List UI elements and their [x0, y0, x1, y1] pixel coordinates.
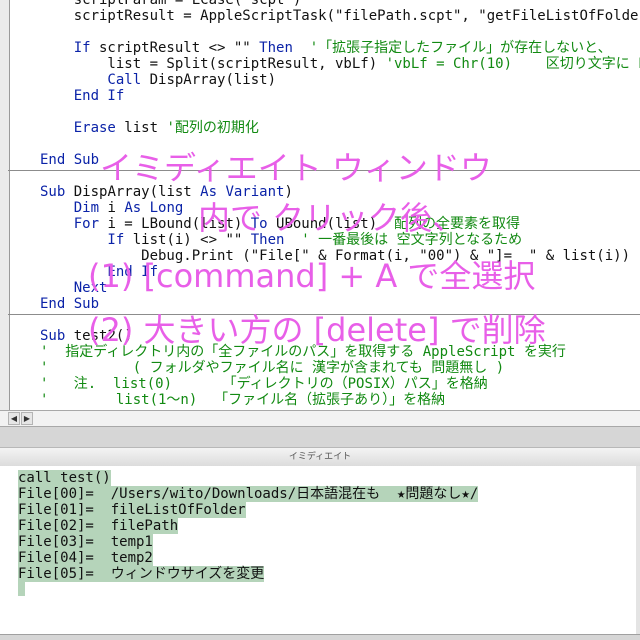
- immediate-output-line[interactable]: call test(): [18, 470, 111, 486]
- splitter[interactable]: [0, 427, 640, 447]
- code-keyword: As Long: [124, 200, 184, 216]
- code-line[interactable]: ' list(1～n) 「ファイル名（拡張子あり）」を格納: [40, 392, 445, 408]
- code-comment: ' ( フォルダやファイル名に 漢字が含まれても 問題無し ): [40, 360, 505, 376]
- code-keyword: Dim: [40, 200, 100, 216]
- code-keyword: If: [40, 232, 125, 248]
- immediate-output-line[interactable]: File[03]= temp1: [18, 534, 153, 550]
- code-keyword: If: [40, 40, 91, 56]
- code-keyword: Erase: [40, 120, 116, 136]
- immediate-scrollbar[interactable]: [636, 466, 640, 634]
- code-keyword: End Sub: [40, 152, 100, 168]
- code-line[interactable]: If scriptResult <> "" Then '「拡張子指定したファイル…: [40, 40, 612, 56]
- code-keyword: End Sub: [40, 296, 100, 312]
- code-keyword: Sub: [40, 328, 66, 344]
- code-text: scriptResult <> "": [90, 40, 260, 56]
- code-text: scriptResult = AppleScriptTask("filePath…: [40, 8, 640, 24]
- code-keyword: For: [40, 216, 100, 232]
- annotation-line-3: (1) [command] + A で全選択: [88, 257, 536, 295]
- editor-margin-bar[interactable]: [0, 0, 10, 410]
- immediate-output-line[interactable]: File[05]= ウィンドウサイズを変更: [18, 566, 265, 582]
- annotation-line-2: 内で クリック後、: [198, 199, 465, 237]
- text-cursor: [18, 580, 25, 596]
- code-line[interactable]: Erase list '配列の初期化: [40, 120, 259, 136]
- code-text: i: [99, 200, 125, 216]
- window-bottom-edge: [0, 635, 640, 640]
- annotation-line-1: イミディエイト ウィンドウ: [100, 149, 492, 187]
- code-comment: ' 注. list(0) 「ディレクトリの（POSIX）パス」を格納: [40, 376, 488, 392]
- horizontal-scrollbar[interactable]: ◀ ▶: [0, 410, 640, 427]
- code-line[interactable]: Dim i As Long: [40, 200, 184, 216]
- annotation-line-4: (2) 大きい方の [delete] で削除: [88, 311, 546, 349]
- immediate-output-line[interactable]: File[00]= /Users/wito/Downloads/日本語混在も ★…: [18, 486, 479, 502]
- code-line[interactable]: ' ( フォルダやファイル名に 漢字が含まれても 問題無し ): [40, 360, 504, 376]
- code-line[interactable]: ' 注. list(0) 「ディレクトリの（POSIX）パス」を格納: [40, 376, 488, 392]
- code-comment: 'vbLf = Chr(10) 区切り文字に LF: [385, 56, 640, 72]
- code-keyword: Then: [259, 40, 293, 56]
- code-text: list = Split(scriptResult, vbLf): [40, 56, 386, 72]
- immediate-output-line[interactable]: File[04]= temp2: [18, 550, 153, 566]
- code-comment: '配列の初期化: [166, 120, 259, 136]
- code-comment: ' list(1～n) 「ファイル名（拡張子あり）」を格納: [40, 392, 446, 408]
- immediate-window-title: イミディエイト: [0, 447, 640, 467]
- immediate-window[interactable]: call test() File[00]= /Users/wito/Downloa…: [0, 466, 640, 635]
- code-text: scriptParam = LCase("scpt"): [40, 0, 302, 8]
- code-line[interactable]: End If: [40, 88, 125, 104]
- immediate-output-line[interactable]: File[02]= filePath: [18, 518, 179, 534]
- scroll-left-icon[interactable]: ◀: [8, 412, 20, 425]
- code-line[interactable]: End Sub: [40, 152, 99, 168]
- code-keyword: Call: [40, 72, 142, 88]
- code-line[interactable]: Call DispArray(list): [40, 72, 276, 88]
- immediate-output-line[interactable]: File[01]= fileListOfFolder: [18, 502, 246, 518]
- code-line[interactable]: End Sub: [40, 296, 99, 312]
- code-editor[interactable]: scriptParam = LCase("scpt") scriptResult…: [0, 0, 640, 410]
- code-text: DispArray(list): [141, 72, 277, 88]
- code-line[interactable]: list = Split(scriptResult, vbLf) 'vbLf =…: [40, 56, 640, 72]
- code-comment: '「拡張子指定したファイル」が存在しないと、: [292, 40, 612, 56]
- code-line[interactable]: scriptResult = AppleScriptTask("filePath…: [40, 8, 640, 24]
- code-text: list: [115, 120, 167, 136]
- code-keyword: Sub: [40, 184, 66, 200]
- code-keyword: End If: [40, 88, 125, 104]
- scroll-right-icon[interactable]: ▶: [21, 412, 33, 425]
- code-line[interactable]: scriptParam = LCase("scpt"): [40, 0, 302, 8]
